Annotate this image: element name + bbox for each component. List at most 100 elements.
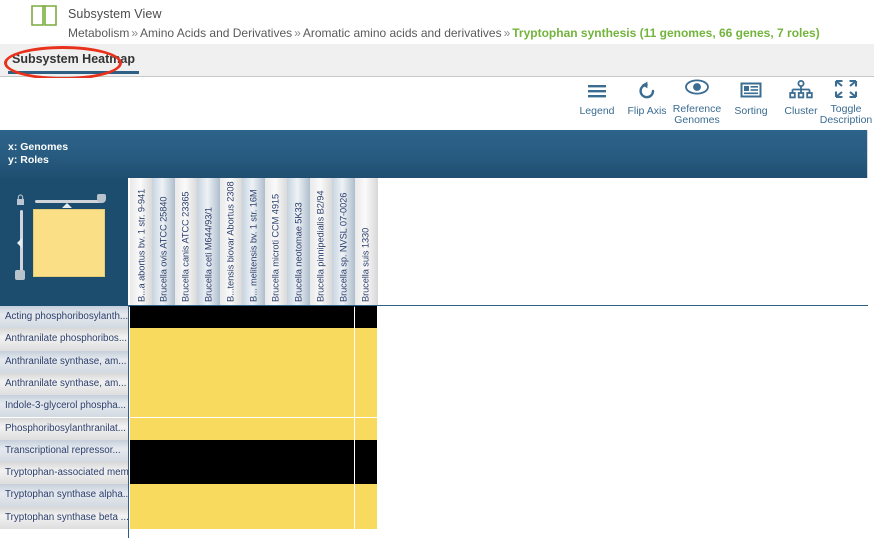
heatmap-cell[interactable] <box>354 506 377 529</box>
heatmap-cell[interactable] <box>287 372 310 396</box>
heatmap-cell[interactable] <box>130 506 153 529</box>
heatmap-cell[interactable] <box>219 328 243 351</box>
tab-subsystem-heatmap[interactable]: Subsystem Heatmap <box>8 50 139 74</box>
heatmap-cell[interactable] <box>332 372 355 396</box>
minimap-selection-box[interactable] <box>33 209 105 277</box>
heatmap-cell[interactable] <box>130 350 153 373</box>
heatmap-cell[interactable] <box>219 372 243 396</box>
heatmap-cell[interactable] <box>219 306 243 329</box>
column-header[interactable]: Brucella pinnipedialis B2/94 <box>309 178 333 306</box>
heatmap-cell[interactable] <box>332 439 355 463</box>
row-label[interactable]: Anthranilate synthase, am... <box>0 350 128 373</box>
heatmap-cell[interactable] <box>332 484 355 507</box>
heatmap-cell[interactable] <box>332 395 355 418</box>
heatmap-cell[interactable] <box>332 350 355 373</box>
heatmap-cell[interactable] <box>130 306 153 329</box>
heatmap-cell[interactable] <box>354 484 377 507</box>
heatmap-cell[interactable] <box>287 462 310 485</box>
row-label[interactable]: Anthranilate phosphoribos... <box>0 328 128 351</box>
heatmap-cell[interactable] <box>264 484 288 507</box>
heatmap-cell[interactable] <box>287 439 310 463</box>
heatmap-cell[interactable] <box>197 395 220 418</box>
heatmap-cell[interactable] <box>197 328 220 351</box>
row-label[interactable]: Phosphoribosylanthranilat... <box>0 417 128 440</box>
heatmap-cell[interactable] <box>309 306 333 329</box>
heatmap-cell[interactable] <box>287 306 310 329</box>
heatmap-cell[interactable] <box>152 372 175 396</box>
heatmap-cell[interactable] <box>219 417 243 440</box>
heatmap-cell[interactable] <box>174 328 198 351</box>
heatmap-cell[interactable] <box>174 484 198 507</box>
row-label[interactable]: Tryptophan-associated mem... <box>0 462 128 485</box>
heatmap-cell[interactable] <box>242 328 265 351</box>
column-header[interactable]: B...a abortus bv. 1 str. 9-941 <box>130 178 153 306</box>
heatmap-cell[interactable] <box>197 306 220 329</box>
heatmap-cell[interactable] <box>174 306 198 329</box>
heatmap-cell[interactable] <box>309 506 333 529</box>
heatmap-cell[interactable] <box>130 395 153 418</box>
heatmap-cell[interactable] <box>130 462 153 485</box>
heatmap-cell[interactable] <box>264 439 288 463</box>
heatmap-cell[interactable] <box>242 350 265 373</box>
heatmap-cell[interactable] <box>130 417 153 440</box>
minimap-vertical-handle[interactable] <box>15 270 25 280</box>
heatmap-cell[interactable] <box>264 462 288 485</box>
heatmap-cell[interactable] <box>219 506 243 529</box>
column-header[interactable]: Brucella ovis ATCC 25840 <box>152 178 176 306</box>
heatmap-cell[interactable] <box>264 395 288 418</box>
heatmap-cell[interactable] <box>242 484 265 507</box>
heatmap-cell[interactable] <box>174 462 198 485</box>
heatmap-cell[interactable] <box>354 350 377 373</box>
heatmap-cell[interactable] <box>152 439 175 463</box>
heatmap-cell[interactable] <box>242 395 265 418</box>
heatmap-cell[interactable] <box>354 328 377 351</box>
heatmap-cell[interactable] <box>287 350 310 373</box>
heatmap-cell[interactable] <box>287 417 310 440</box>
heatmap-cell[interactable] <box>242 417 265 440</box>
minimap-horizontal-thumb[interactable] <box>62 203 72 208</box>
heatmap-cell[interactable] <box>264 306 288 329</box>
heatmap-cell[interactable] <box>197 350 220 373</box>
heatmap-cell[interactable] <box>354 417 377 440</box>
heatmap-cell[interactable] <box>287 395 310 418</box>
heatmap-cell[interactable] <box>332 328 355 351</box>
heatmap-cell[interactable] <box>332 506 355 529</box>
heatmap-cell[interactable] <box>264 350 288 373</box>
heatmap-cell[interactable] <box>332 306 355 329</box>
lock-icon[interactable] <box>16 194 27 206</box>
heatmap-cell[interactable] <box>174 372 198 396</box>
heatmap-cell[interactable] <box>152 484 175 507</box>
heatmap-cell[interactable] <box>130 328 153 351</box>
row-label[interactable]: Indole-3-glycerol phospha... <box>0 395 128 418</box>
heatmap-cell[interactable] <box>354 372 377 396</box>
heatmap-cell[interactable] <box>354 439 377 463</box>
heatmap-cell[interactable] <box>197 439 220 463</box>
heatmap-cell[interactable] <box>219 395 243 418</box>
heatmap-cell[interactable] <box>332 462 355 485</box>
heatmap-cell[interactable] <box>242 506 265 529</box>
heatmap-cell[interactable] <box>264 328 288 351</box>
heatmap-cell[interactable] <box>174 395 198 418</box>
heatmap-cell[interactable] <box>197 372 220 396</box>
heatmap-cell[interactable] <box>174 506 198 529</box>
heatmap-cell[interactable] <box>130 484 153 507</box>
heatmap-cell[interactable] <box>354 462 377 485</box>
minimap-vertical-thumb[interactable] <box>17 238 22 248</box>
heatmap-cell[interactable] <box>152 506 175 529</box>
heatmap-cell[interactable] <box>309 439 333 463</box>
heatmap-cell[interactable] <box>264 372 288 396</box>
heatmap-cell[interactable] <box>309 328 333 351</box>
heatmap-cell[interactable] <box>287 328 310 351</box>
minimap-panel[interactable] <box>0 178 128 306</box>
heatmap-cell[interactable] <box>309 462 333 485</box>
reference-genomes-button[interactable]: Reference Genomes <box>668 78 726 126</box>
heatmap-cell[interactable] <box>197 506 220 529</box>
column-header[interactable]: Brucella microti CCM 4915 <box>264 178 288 306</box>
column-header[interactable]: B...tensis biovar Abortus 2308 <box>219 178 243 306</box>
row-label[interactable]: Anthranilate synthase, am... <box>0 372 128 396</box>
heatmap-cell[interactable] <box>242 306 265 329</box>
heatmap-cell[interactable] <box>309 484 333 507</box>
row-label[interactable]: Tryptophan synthase alpha... <box>0 484 128 507</box>
heatmap-cell[interactable] <box>332 417 355 440</box>
heatmap-cell[interactable] <box>287 484 310 507</box>
